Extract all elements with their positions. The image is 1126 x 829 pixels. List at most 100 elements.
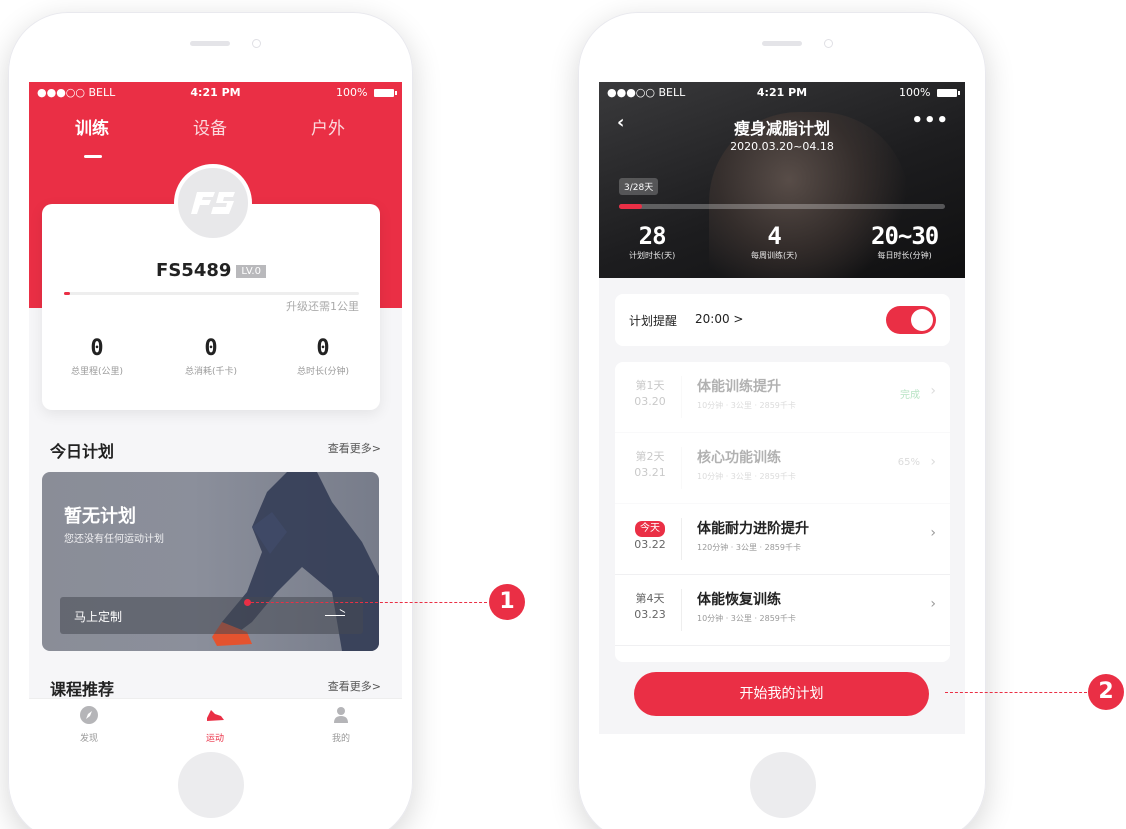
- tab-training[interactable]: 训练: [75, 114, 109, 139]
- chevron-right-icon: ›: [930, 454, 936, 470]
- tab-devices[interactable]: 设备: [193, 114, 227, 139]
- battery-label: 100%: [336, 86, 368, 99]
- day-progress-pill: 3/28天: [619, 178, 659, 195]
- stat-weekly-days: 4 每周训练(天): [751, 222, 797, 261]
- list-item[interactable]: 第2天 03.21 核心功能训练 10分钟 · 3公里 · 2859千卡 65% …: [615, 433, 950, 504]
- stat-label: 每周训练(天): [751, 251, 798, 260]
- home-button[interactable]: [178, 752, 244, 818]
- day-summary: 120分钟 · 3公里 · 2859千卡: [697, 543, 801, 552]
- left-screen: ●●●○○ BELL 4:21 PM 100% 训练 设备 户外 FS5489 L…: [29, 82, 402, 744]
- plan-hero: ●●●○○ BELL 4:21 PM 100% ‹ ••• 瘦身减脂计划 202…: [599, 82, 965, 278]
- course-recommend-title: 课程推荐: [50, 680, 115, 699]
- bottom-nav: 发现 运动 我的: [29, 698, 402, 744]
- day-status: 完成: [900, 390, 920, 401]
- today-badge: 今天: [635, 521, 665, 537]
- tab-outdoor[interactable]: 户外: [311, 114, 345, 139]
- home-button[interactable]: [750, 752, 816, 818]
- battery-icon: [937, 89, 960, 97]
- day-label: 第4天 03.23: [623, 591, 677, 623]
- stat-distance: 0 总里程(公里): [42, 336, 152, 377]
- battery-label: 100%: [899, 86, 931, 99]
- stat-label: 总里程(公里): [70, 367, 124, 377]
- day-date: 03.20: [634, 395, 666, 408]
- level-progress-bar: [64, 292, 359, 295]
- nav-label: 发现: [79, 734, 98, 744]
- reminder-toggle[interactable]: [886, 306, 936, 334]
- start-plan-button[interactable]: 开始我的计划: [634, 672, 929, 716]
- stat-label: 计划时长(天): [629, 251, 676, 260]
- day-number: 第4天: [635, 592, 665, 605]
- username: FS5489: [156, 260, 232, 281]
- level-badge: LV.0: [236, 264, 266, 278]
- avatar[interactable]: [174, 164, 252, 242]
- callout-badge: 2: [1088, 674, 1124, 710]
- battery-indicator: 100%: [899, 86, 960, 99]
- nav-sport[interactable]: 运动: [185, 705, 245, 744]
- list-item[interactable]: 今天 03.22 体能耐力进阶提升 120分钟 · 3公里 · 2859千卡 ›: [615, 504, 950, 575]
- empty-plan-subtitle: 您还没有任何运动计划: [64, 534, 164, 545]
- today-plan-more-link[interactable]: 查看更多>: [328, 440, 381, 456]
- day-title: 体能耐力进阶提升: [697, 521, 809, 537]
- plan-progress-fill: [619, 204, 642, 209]
- plan-reminder-row[interactable]: 计划提醒 20:00 >: [615, 294, 950, 346]
- plan-card[interactable]: 暂无计划 您还没有任何运动计划 马上定制: [42, 472, 379, 651]
- compass-icon: [80, 706, 98, 724]
- list-item[interactable]: 第4天 03.23 体能恢复训练 10分钟 · 3公里 · 2859千卡 ›: [615, 575, 950, 646]
- nav-label: 我的: [331, 734, 350, 744]
- day-number: 第1天: [635, 379, 665, 392]
- day-label: 第2天 03.21: [623, 449, 677, 481]
- callout-badge: 1: [489, 584, 525, 620]
- battery-icon: [374, 89, 397, 97]
- left-phone-frame: ●●●○○ BELL 4:21 PM 100% 训练 设备 户外 FS5489 L…: [8, 12, 413, 829]
- stat-label: 总消耗(千卡): [184, 367, 238, 377]
- nav-me[interactable]: 我的: [311, 705, 371, 744]
- chevron-right-icon: ›: [930, 383, 936, 399]
- empty-plan-title: 暂无计划: [64, 506, 136, 527]
- stat-value: 4: [767, 222, 781, 250]
- speaker-grille: [190, 41, 230, 46]
- day-label: 第1天 03.20: [623, 378, 677, 410]
- divider: [681, 589, 682, 631]
- battery-indicator: 100%: [336, 86, 397, 99]
- speaker-grille: [762, 41, 802, 46]
- plan-progress-bar: [619, 204, 945, 209]
- nav-label: 运动: [205, 734, 224, 744]
- day-date: 03.23: [634, 608, 666, 621]
- stat-calories: 0 总消耗(千卡): [156, 336, 266, 377]
- top-tabs: 训练 设备 户外: [29, 114, 402, 154]
- status-bar: ●●●○○ BELL 4:21 PM 100%: [599, 82, 965, 104]
- divider: [681, 376, 682, 418]
- plan-date-range: 2020.03.20~04.18: [730, 140, 834, 153]
- username-row: FS5489 LV.0: [42, 260, 380, 281]
- arrow-right-icon: [325, 615, 345, 616]
- stat-label: 总时长(分钟): [296, 367, 350, 377]
- plan-title: 瘦身减脂计划: [733, 119, 830, 138]
- status-bar: ●●●○○ BELL 4:21 PM 100%: [29, 82, 402, 104]
- day-title: 体能训练提升: [697, 379, 781, 395]
- list-item[interactable]: 第1天 03.20 体能训练提升 10分钟 · 3公里 · 2859千卡 完成 ›: [615, 362, 950, 433]
- callout-anchor-dot: [244, 599, 251, 606]
- stat-value: 0: [204, 336, 218, 361]
- level-progress-fill: [64, 292, 70, 295]
- person-icon: [334, 707, 348, 723]
- chevron-right-icon: ›: [930, 596, 936, 612]
- day-status: 65%: [897, 457, 920, 468]
- callout-line: [251, 602, 487, 603]
- day-summary: 10分钟 · 3公里 · 2859千卡: [697, 614, 796, 623]
- day-title: 核心功能训练: [697, 450, 781, 466]
- stat-label: 每日时长(分钟): [877, 251, 932, 260]
- stat-value: 20~30: [871, 222, 939, 250]
- nav-discover[interactable]: 发现: [59, 705, 119, 744]
- stat-value: 0: [90, 336, 104, 361]
- divider: [681, 518, 682, 560]
- plan-days-list: 第1天 03.20 体能训练提升 10分钟 · 3公里 · 2859千卡 完成 ›…: [615, 362, 950, 662]
- toggle-knob: [911, 309, 933, 331]
- chevron-right-icon: ›: [930, 525, 936, 541]
- progress-note: 升级还需1公里: [286, 300, 359, 313]
- fs-logo-icon: [191, 192, 235, 214]
- right-phone-frame: ●●●○○ BELL 4:21 PM 100% ‹ ••• 瘦身减脂计划 202…: [578, 12, 986, 829]
- course-more-link[interactable]: 查看更多>: [328, 678, 381, 694]
- day-date: 03.22: [634, 538, 666, 551]
- day-summary: 10分钟 · 3公里 · 2859千卡: [697, 472, 796, 481]
- reminder-time[interactable]: 20:00 >: [695, 312, 743, 326]
